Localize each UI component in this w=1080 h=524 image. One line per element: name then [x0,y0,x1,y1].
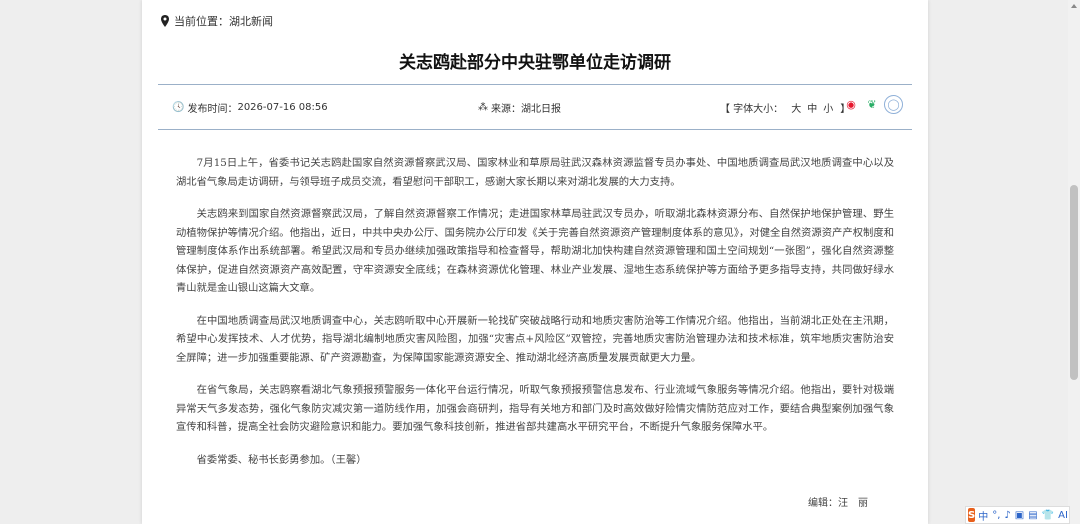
source-icon: ⁂ [478,102,488,113]
breadcrumb-label: 当前位置： [174,15,229,28]
share-bar: ◉ ❦ ◯ [842,95,906,114]
article-title: 关志鸥赴部分中央驻鄂单位走访调研 [399,53,671,73]
breadcrumb: 当前位置： 湖北新闻 [160,13,273,29]
font-size-control: 【 字体大小： 大 中 小 】 [720,100,850,115]
editor-credit: 编辑：汪 丽 [808,498,868,509]
article-page: 当前位置： 湖北新闻 关志鸥赴部分中央驻鄂单位走访调研 🕓 发布时间： 2026… [142,0,928,524]
weibo-share-icon[interactable]: ◉ [842,96,860,114]
ime-toolbar[interactable]: S 中 °, ♪ ▣ ▤ 👕 AI [965,506,1070,524]
divider [158,84,912,85]
scrollbar-thumb[interactable] [1070,185,1078,380]
ime-mode[interactable]: 中 [978,508,988,523]
divider [158,129,912,130]
article-body: 7月15日上午，省委书记关志鸥赴国家自然资源督察武汉局、国家林业和草原局驻武汉森… [176,154,894,483]
publish-time: 🕓 发布时间： 2026-07-16 08:56 [172,100,328,115]
qq-share-icon[interactable]: ◯ [884,95,903,114]
source-label: 来源： [491,104,521,115]
sogou-logo-icon[interactable]: S [968,508,976,522]
font-size-small[interactable]: 小 [823,100,833,115]
clock-icon: 🕓 [172,102,185,113]
paragraph: 在中国地质调查局武汉地质调查中心，关志鸥听取中心开展新一轮找矿突破战略行动和地质… [176,314,894,364]
keyboard-icon[interactable]: ▣ [1015,510,1024,521]
paragraph: 关志鸥来到国家自然资源督察武汉局，了解自然资源督察工作情况；走进国家林草局驻武汉… [176,208,894,294]
voice-icon[interactable]: ♪ [1004,510,1010,521]
ai-icon[interactable]: AI [1058,510,1068,521]
source: ⁂ 来源： 湖北日报 [478,100,561,115]
source-value: 湖北日报 [521,104,561,115]
wechat-share-icon[interactable]: ❦ [863,96,881,114]
font-size-label: 【 字体大小： [720,104,784,115]
punctuation-icon[interactable]: °, [992,510,1000,521]
breadcrumb-link[interactable]: 湖北新闻 [229,13,273,29]
paragraph: 在省气象局，关志鸥察看湖北气象预报预警服务一体化平台运行情况，听取气象预报预警信… [176,384,894,433]
toolbox-icon[interactable]: ▤ [1028,510,1037,521]
font-size-large[interactable]: 大 [791,100,801,115]
font-size-medium[interactable]: 中 [807,100,817,115]
paragraph: 省委常委、秘书长彭勇参加。（王馨） [196,453,367,466]
skin-icon[interactable]: 👕 [1042,510,1054,521]
scrollbar[interactable] [1068,0,1080,524]
scroll-up-icon[interactable] [1071,4,1077,8]
publish-value: 2026-07-16 08:56 [237,102,328,113]
location-pin-icon [161,15,169,27]
publish-label: 发布时间： [187,104,238,115]
paragraph: 7月15日上午，省委书记关志鸥赴国家自然资源督察武汉局、国家林业和草原局驻武汉森… [176,157,894,188]
